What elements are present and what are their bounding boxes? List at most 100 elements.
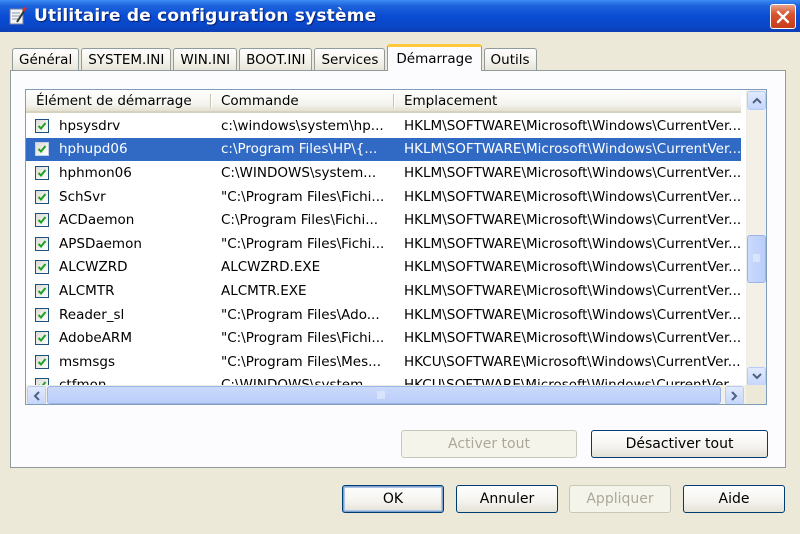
cell-location: HKLM\SOFTWARE\Microsoft\Windows\CurrentV… [404, 306, 741, 323]
table-row[interactable]: AdobeARM "C:\Program Files\Fichi... HKLM\S… [26, 326, 741, 350]
table-row[interactable]: ALCWZRD ALCWZRD.EXE HKLM\SOFTWARE\Microsof… [26, 256, 741, 280]
tab-tools[interactable]: Outils [483, 48, 537, 70]
checkmark-icon [37, 310, 47, 319]
startup-checkbox[interactable] [35, 189, 49, 204]
startup-item-name: hphmon06 [59, 164, 132, 181]
cell-startup-item: APSDaemon [26, 236, 211, 252]
scroll-right-button[interactable] [725, 386, 744, 404]
startup-item-name: SchSvr [59, 188, 106, 205]
startup-list[interactable]: Élément de démarrage Commande Emplacemen… [25, 89, 767, 405]
table-row[interactable]: SchSvr "C:\Program Files\Fichi... HKLM\SOF… [26, 185, 741, 209]
cell-command: "C:\Program Files\Mes... [221, 353, 382, 370]
tab-strip: Général SYSTEM.INI WIN.INI BOOT.INI Serv… [12, 44, 539, 71]
startup-checkbox[interactable] [35, 213, 49, 228]
table-row[interactable]: hphupd06 c:\Program Files\HP\{... HKLM\SOF… [26, 137, 741, 162]
cell-location: HKLM\SOFTWARE\Microsoft\Windows\CurrentV… [404, 282, 741, 299]
startup-item-name: hpsysdrv [59, 117, 121, 134]
arrow-right-icon [731, 390, 738, 401]
tab-services[interactable]: Services [314, 48, 386, 70]
cell-startup-item: msmsgs [26, 354, 211, 370]
cell-command: c:\windows\system\hp... [221, 117, 384, 134]
scroll-left-button[interactable] [27, 386, 46, 404]
cell-command: C:\Program Files\Fichi... [221, 212, 379, 229]
startup-checkbox[interactable] [35, 142, 49, 157]
tab-win-ini[interactable]: WIN.INI [173, 48, 238, 70]
horizontal-scrollbar[interactable] [26, 385, 766, 404]
table-row[interactable]: APSDaemon "C:\Program Files\Fichi... HKLM\… [26, 232, 741, 256]
scroll-down-button[interactable] [747, 367, 766, 386]
column-header-command[interactable]: Commande [211, 90, 394, 111]
cell-startup-item: AdobeARM [26, 330, 211, 346]
startup-checkbox[interactable] [35, 236, 49, 251]
enable-all-button[interactable]: Activer tout [401, 430, 577, 458]
cell-startup-item: hphupd06 [26, 141, 211, 157]
table-row[interactable]: hphmon06 C:\WINDOWS\system... HKLM\SOFTWAR… [26, 161, 741, 185]
startup-checkbox[interactable] [35, 260, 49, 275]
title-bar[interactable]: Utilitaire de configuration système [0, 0, 800, 32]
cell-command: "C:\Program Files\Fichi... [221, 330, 385, 347]
startup-checkbox[interactable] [35, 283, 49, 298]
disable-all-button[interactable]: Désactiver tout [591, 430, 768, 458]
cell-startup-item: ACDaemon [26, 212, 211, 228]
cell-startup-item: hphmon06 [26, 165, 211, 181]
list-rows: hpsysdrv c:\windows\system\hp... HKLM\SOFT… [26, 114, 741, 397]
column-header-location[interactable]: Emplacement [394, 90, 741, 111]
close-button[interactable] [770, 4, 796, 29]
msconfig-icon [8, 6, 28, 26]
scroll-up-button[interactable] [747, 91, 766, 110]
checkmark-icon [37, 358, 47, 366]
startup-item-name: hphupd06 [59, 141, 128, 158]
horizontal-scroll-thumb[interactable] [47, 386, 721, 404]
cancel-button[interactable]: Annuler [456, 485, 558, 513]
startup-checkbox[interactable] [35, 354, 49, 369]
startup-item-name: APSDaemon [59, 235, 142, 252]
checkmark-icon [37, 334, 47, 343]
ok-button[interactable]: OK [342, 485, 444, 513]
vertical-scrollbar[interactable] [746, 90, 766, 386]
startup-checkbox[interactable] [35, 165, 49, 180]
vertical-scroll-thumb[interactable] [747, 235, 766, 283]
startup-checkbox[interactable] [35, 331, 49, 346]
cell-location: HKLM\SOFTWARE\Microsoft\Windows\CurrentV… [404, 188, 741, 205]
tab-system-ini[interactable]: SYSTEM.INI [81, 48, 172, 70]
table-row[interactable]: ALCMTR ALCMTR.EXE HKLM\SOFTWARE\Microsoft\… [26, 279, 741, 303]
column-header-startup-item[interactable]: Élément de démarrage [26, 90, 211, 111]
list-header: Élément de démarrage Commande Emplacemen… [26, 90, 741, 113]
startup-item-name: ACDaemon [59, 212, 135, 229]
window-title: Utilitaire de configuration système [34, 6, 377, 26]
arrow-left-icon [33, 390, 40, 401]
help-button[interactable]: Aide [683, 485, 785, 513]
tab-general[interactable]: Général [12, 48, 80, 70]
startup-item-name: Reader_sl [59, 306, 125, 323]
cell-command: c:\Program Files\HP\{... [221, 141, 378, 158]
startup-tab-panel: Élément de démarrage Commande Emplacemen… [10, 70, 786, 468]
cell-location: HKLM\SOFTWARE\Microsoft\Windows\CurrentV… [404, 212, 741, 229]
cell-startup-item: ALCWZRD [26, 259, 211, 275]
arrow-up-icon [751, 97, 762, 104]
cell-command: "C:\Program Files\Ado... [221, 306, 380, 323]
cell-location: HKLM\SOFTWARE\Microsoft\Windows\CurrentV… [404, 259, 741, 276]
cell-command: ALCWZRD.EXE [221, 259, 321, 276]
dialog-body: Général SYSTEM.INI WIN.INI BOOT.INI Serv… [0, 32, 800, 534]
cell-location: HKLM\SOFTWARE\Microsoft\Windows\CurrentV… [404, 164, 741, 181]
cell-command: "C:\Program Files\Fichi... [221, 235, 385, 252]
cell-location: HKLM\SOFTWARE\Microsoft\Windows\CurrentV… [404, 117, 741, 134]
cell-command: ALCMTR.EXE [221, 282, 307, 299]
grip-icon [753, 254, 760, 262]
tab-startup[interactable]: Démarrage [387, 44, 482, 71]
checkmark-icon [37, 240, 47, 248]
startup-item-name: ALCMTR [59, 282, 115, 299]
cell-command: C:\WINDOWS\system... [221, 164, 377, 181]
cell-location: HKCU\SOFTWARE\Microsoft\Windows\CurrentV… [404, 353, 741, 370]
apply-button[interactable]: Appliquer [569, 485, 671, 513]
startup-checkbox[interactable] [35, 307, 49, 322]
startup-checkbox[interactable] [35, 118, 49, 133]
table-row[interactable]: Reader_sl "C:\Program Files\Ado... HKLM\SO… [26, 303, 741, 327]
startup-item-name: AdobeARM [59, 330, 132, 347]
checkmark-icon [37, 169, 47, 177]
table-row[interactable]: hpsysdrv c:\windows\system\hp... HKLM\SOFT… [26, 114, 741, 138]
close-icon [776, 10, 790, 23]
tab-boot-ini[interactable]: BOOT.INI [239, 48, 313, 70]
table-row[interactable]: ACDaemon C:\Program Files\Fichi... HKLM\SO… [26, 208, 741, 232]
table-row[interactable]: msmsgs "C:\Program Files\Mes... HKCU\SOFTW… [26, 350, 741, 374]
